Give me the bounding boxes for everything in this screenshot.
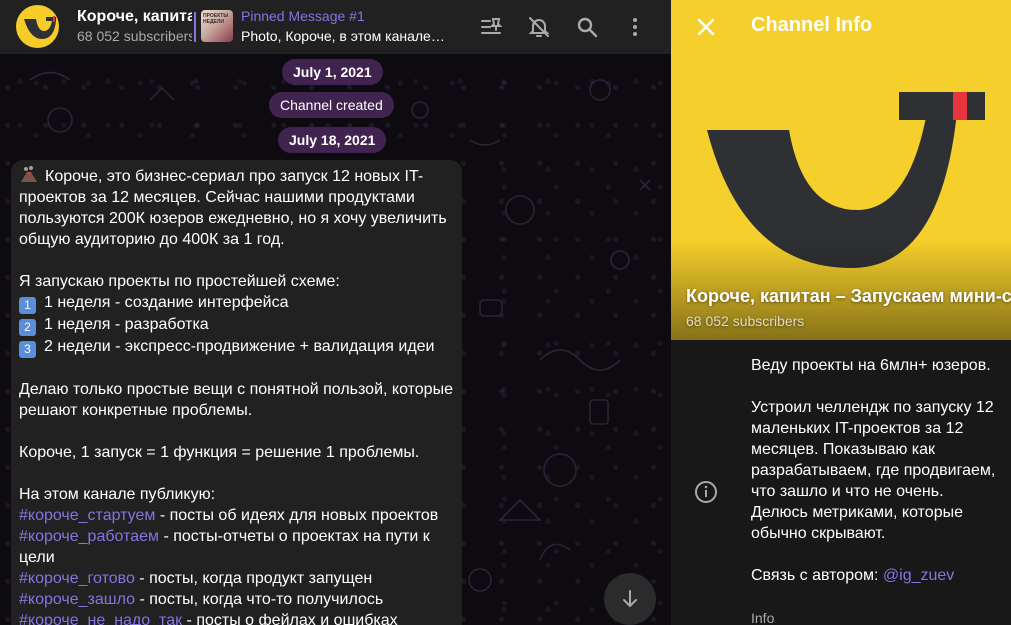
list-item: #короче_работаем - посты-отчеты о проект… (19, 526, 454, 568)
keycap-two-icon: 2 (19, 319, 36, 336)
list-item: #короче_не_надо_так - посты о фейлах и о… (19, 610, 454, 625)
list-item: 3 2 недели - экспресс-продвижение + валид… (19, 336, 454, 358)
hashtag-link[interactable]: #короче_работаем (19, 528, 159, 545)
hashtag-description: - посты об идеях для новых проектов (155, 507, 439, 524)
message-paragraph: Делаю только простые вещи с понятной пол… (19, 381, 458, 419)
list-item: 1 1 неделя - создание интерфейса (19, 292, 454, 314)
close-panel-button[interactable] (691, 12, 721, 42)
message-paragraph: На этом канале публикую: (19, 486, 216, 503)
hashtag-link[interactable]: #короче_стартуем (19, 507, 155, 524)
list-item: #короче_готово - посты, когда продукт за… (19, 568, 454, 589)
more-vertical-icon (633, 18, 637, 36)
channel-title[interactable]: Короче, капитан – Запускаем мини-стартап… (77, 8, 192, 26)
service-message-channel-created: Channel created (269, 92, 394, 118)
pinned-thumbnail-text: ПРОЕКТЫ НЕДЕЛИ (203, 13, 229, 25)
chat-header[interactable]: Короче, капитан – Запускаем мини-стартап… (0, 0, 671, 54)
subscriber-count: 68 052 subscribers (77, 28, 192, 44)
pinned-message-preview[interactable]: Photo, Короче, в этом канале… (241, 28, 451, 44)
search-button[interactable] (573, 13, 601, 41)
hashtag-link[interactable]: #короче_готово (19, 570, 135, 587)
hashtag-link[interactable]: #короче_зашло (19, 591, 135, 608)
more-button[interactable] (621, 13, 649, 41)
channel-subscriber-count: 68 052 subscribers (686, 313, 805, 329)
message-paragraph: Я запускаю проекты по простейшей схеме: (19, 273, 340, 290)
pinned-list-icon (481, 18, 503, 34)
date-separator: July 1, 2021 (282, 59, 383, 85)
message-paragraph: Короче, это бизнес-сериал про запуск 12 … (19, 168, 452, 248)
list-item: #короче_зашло - посты, когда что-то полу… (19, 589, 454, 610)
list-item: 2 1 неделя - разработка (19, 314, 454, 336)
description-text: Веду проекты на 6млн+ юзеров. Устроил че… (751, 357, 996, 584)
pinned-list-button[interactable] (477, 13, 505, 41)
info-caption: Info (751, 610, 775, 625)
pinned-indicator-bar (194, 12, 196, 42)
channel-description: Веду проекты на 6млн+ юзеров. Устроил че… (751, 355, 1001, 586)
keycap-three-icon: 3 (19, 341, 36, 358)
step-text: 1 неделя - разработка (44, 316, 209, 333)
panel-title: Channel Info (751, 14, 873, 36)
keycap-one-icon: 1 (19, 297, 36, 314)
pinned-thumbnail[interactable]: ПРОЕКТЫ НЕДЕЛИ (201, 10, 233, 42)
author-link[interactable]: @ig_zuev (883, 567, 954, 584)
search-icon (577, 17, 598, 38)
step-text: 1 неделя - создание интерфейса (44, 294, 289, 311)
scroll-to-bottom-button[interactable] (604, 573, 656, 625)
pipe-logo-icon (24, 16, 56, 39)
hashtag-description: - посты о фейлах и ошибках (182, 612, 398, 625)
date-separator: July 18, 2021 (278, 127, 387, 153)
hashtag-description: - посты, когда продукт запущен (134, 570, 373, 587)
channel-avatar[interactable] (16, 5, 59, 48)
close-icon (697, 18, 715, 36)
hashtag-link[interactable]: #короче_не_надо_так (19, 612, 182, 625)
message-paragraph: Короче, 1 запуск = 1 функция = решение 1… (19, 444, 420, 461)
channel-name: Короче, капитан – Запускаем мини-стартап… (686, 286, 1011, 306)
chat-area: Короче, капитан – Запускаем мини-стартап… (0, 0, 671, 625)
list-item: #короче_стартуем - посты об идеях для но… (19, 505, 454, 526)
step-text: 2 недели - экспресс-продвижение + валида… (44, 338, 435, 355)
info-icon (695, 481, 717, 503)
arrow-down-icon (623, 590, 637, 607)
mute-button[interactable] (525, 13, 553, 41)
mute-icon (528, 17, 550, 37)
hashtag-description: - посты, когда что-то получилось (135, 591, 384, 608)
message-bubble[interactable]: Короче, это бизнес-сериал про запуск 12 … (11, 160, 462, 625)
pinned-message-label[interactable]: Pinned Message #1 (241, 8, 365, 24)
volcano-emoji-icon (21, 166, 37, 182)
channel-info-panel: Channel Info Короче, капитан – Запускаем… (671, 0, 1011, 625)
